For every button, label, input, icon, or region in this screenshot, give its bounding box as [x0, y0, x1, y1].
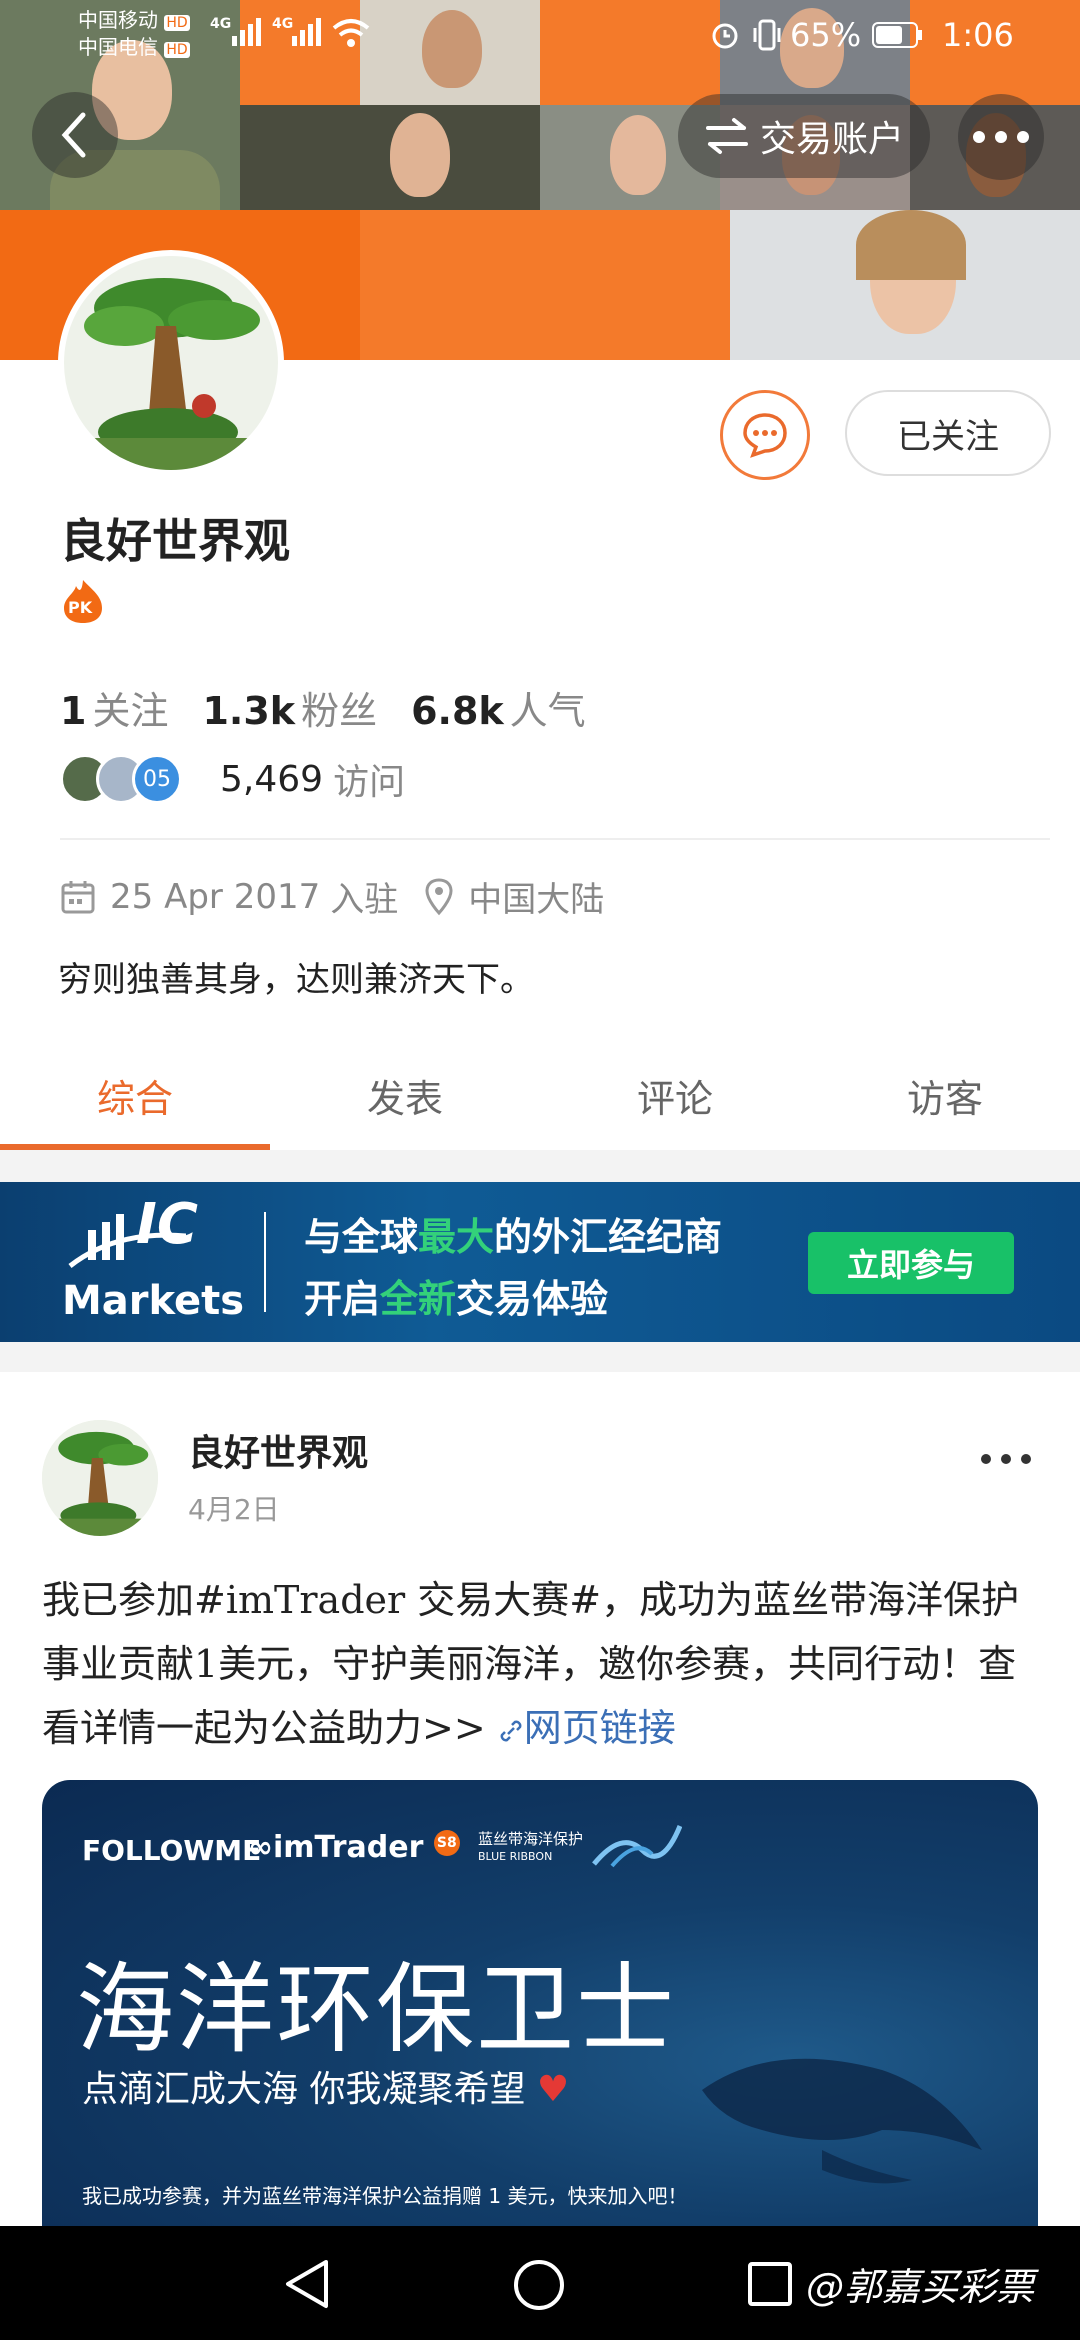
profile-name: 良好世界观 — [60, 514, 290, 568]
watermark-text: @郭嘉买彩票 — [806, 2265, 1035, 2309]
post-more-button[interactable] — [980, 1430, 1032, 1476]
battery-icon — [872, 22, 922, 48]
vibrate-icon — [753, 19, 781, 51]
cover-photo-tile — [730, 210, 1080, 360]
stat-followers[interactable]: 1.3k 粉丝 — [202, 680, 377, 735]
pk-badge-label: PK — [68, 598, 93, 617]
tab-visitors[interactable]: 访客 — [810, 1040, 1080, 1150]
tab-posts[interactable]: 发表 — [270, 1040, 540, 1150]
ad-brand-ic: IC — [136, 1192, 198, 1257]
stat-following[interactable]: 1 关注 — [60, 680, 168, 735]
nav-home-icon[interactable] — [512, 2258, 566, 2312]
calendar-icon — [61, 880, 95, 913]
followme-logo: FOLLOWME — [82, 1834, 262, 1867]
ad-cta-button[interactable]: 立即参与 — [808, 1232, 1014, 1294]
trade-account-button[interactable]: 交易账户 — [678, 94, 930, 178]
visit-count: 5,469 — [220, 758, 324, 800]
signal-icon — [232, 18, 261, 46]
tab-comments[interactable]: 评论 — [540, 1040, 810, 1150]
tab-overview[interactable]: 综合 — [0, 1040, 270, 1150]
chat-bubble-icon — [743, 413, 787, 458]
blue-ribbon-logo: 蓝丝带海洋保护 BLUE RIBBON — [478, 1830, 584, 1863]
section-gap — [0, 1150, 1080, 1182]
ad-line-2: 开启全新交易体验 — [304, 1277, 609, 1321]
battery-percent: 65% — [790, 16, 862, 54]
ad-divider — [264, 1212, 266, 1312]
link-icon — [500, 1720, 522, 1742]
post-image-subtitle: 点滴汇成大海 你我凝聚希望 ♥ — [82, 2069, 570, 2110]
trade-account-label: 交易账户 — [759, 119, 904, 160]
joined-date: 25 Apr 2017 — [110, 876, 321, 917]
signal-icon — [292, 18, 321, 46]
carrier-labels: 中国移动 HD 中国电信 HD — [78, 8, 190, 59]
money-tree-avatar-image — [42, 1420, 158, 1536]
clock: 1:06 — [942, 16, 1014, 54]
ad-banner[interactable]: IC Markets 与全球最大的外汇经纪商 开启全新交易体验 立即参与 — [0, 1182, 1080, 1342]
more-options-button[interactable] — [958, 94, 1044, 180]
section-gap — [0, 1342, 1080, 1372]
back-button[interactable] — [32, 92, 118, 178]
more-horizontal-icon — [981, 1454, 1031, 1464]
visitors-row[interactable]: 05 5,469 访问 — [60, 750, 405, 808]
joined-label: 入驻 — [330, 880, 399, 920]
profile-stats: 1 关注 1.3k 粉丝 6.8k 人气 — [60, 680, 586, 735]
post-image-footer: 我已成功参赛，并为蓝丝带海洋保护公益捐赠 1 美元，快来加入吧！ — [82, 2184, 688, 2208]
post-author-avatar[interactable] — [42, 1420, 158, 1536]
signal-4g-label: 4G — [272, 16, 294, 32]
post-link[interactable]: 网页链接 — [498, 1706, 676, 1750]
divider — [60, 838, 1050, 840]
post-image-title: 海洋环保卫士 — [76, 1953, 677, 2067]
nav-back-icon[interactable] — [282, 2258, 332, 2310]
chevron-left-icon — [61, 112, 86, 158]
post-body: 我已参加#imTrader 交易大赛#，成功为蓝丝带海洋保护事业贡献1美元，守护… — [42, 1568, 1042, 1760]
signal-4g-label: 4G — [210, 16, 232, 32]
swap-icon — [705, 118, 748, 154]
system-nav-bar: @郭嘉买彩票 — [0, 2226, 1080, 2340]
post-date: 4月2日 — [188, 1493, 280, 1526]
status-bar: 中国移动 HD 中国电信 HD 4G 4G 65% 1:06 — [0, 0, 1080, 80]
cover-photo-tile — [240, 105, 540, 210]
location: 中国大陆 — [468, 880, 605, 920]
nav-recents-icon[interactable] — [746, 2260, 794, 2308]
ad-line-1: 与全球最大的外汇经纪商 — [304, 1215, 723, 1259]
alarm-icon — [712, 23, 738, 49]
more-horizontal-icon — [973, 131, 1029, 143]
ribbon-wave-icon — [592, 1825, 682, 1868]
stat-popularity: 6.8k 人气 — [411, 689, 586, 733]
post-image[interactable]: FOLLOWME ∞imTrader S8 蓝丝带海洋保护 BLUE RIBBO… — [42, 1780, 1038, 2250]
following-button[interactable]: 已关注 — [845, 390, 1051, 476]
imtrader-logo: ∞imTrader S8 — [248, 1830, 460, 1865]
wifi-icon — [332, 19, 370, 47]
profile-tabs: 综合 发表 评论 访客 — [0, 1040, 1080, 1150]
money-tree-avatar-image — [64, 256, 278, 470]
post-author-name[interactable]: 良好世界观 — [188, 1424, 368, 1476]
profile-meta: 25 Apr 2017 入驻 中国大陆 — [60, 872, 604, 921]
profile-bio: 穷则独善其身，达则兼济天下。 — [58, 960, 534, 1000]
message-button[interactable] — [720, 390, 810, 480]
location-pin-icon — [425, 877, 453, 915]
profile-avatar[interactable] — [58, 250, 284, 476]
visit-label: 访问 — [333, 762, 406, 803]
whale-illustration — [702, 2058, 982, 2184]
ad-brand-markets: Markets — [62, 1278, 245, 1324]
pk-badge-icon: PK — [62, 578, 104, 624]
visitor-avatar: 05 — [132, 754, 182, 804]
